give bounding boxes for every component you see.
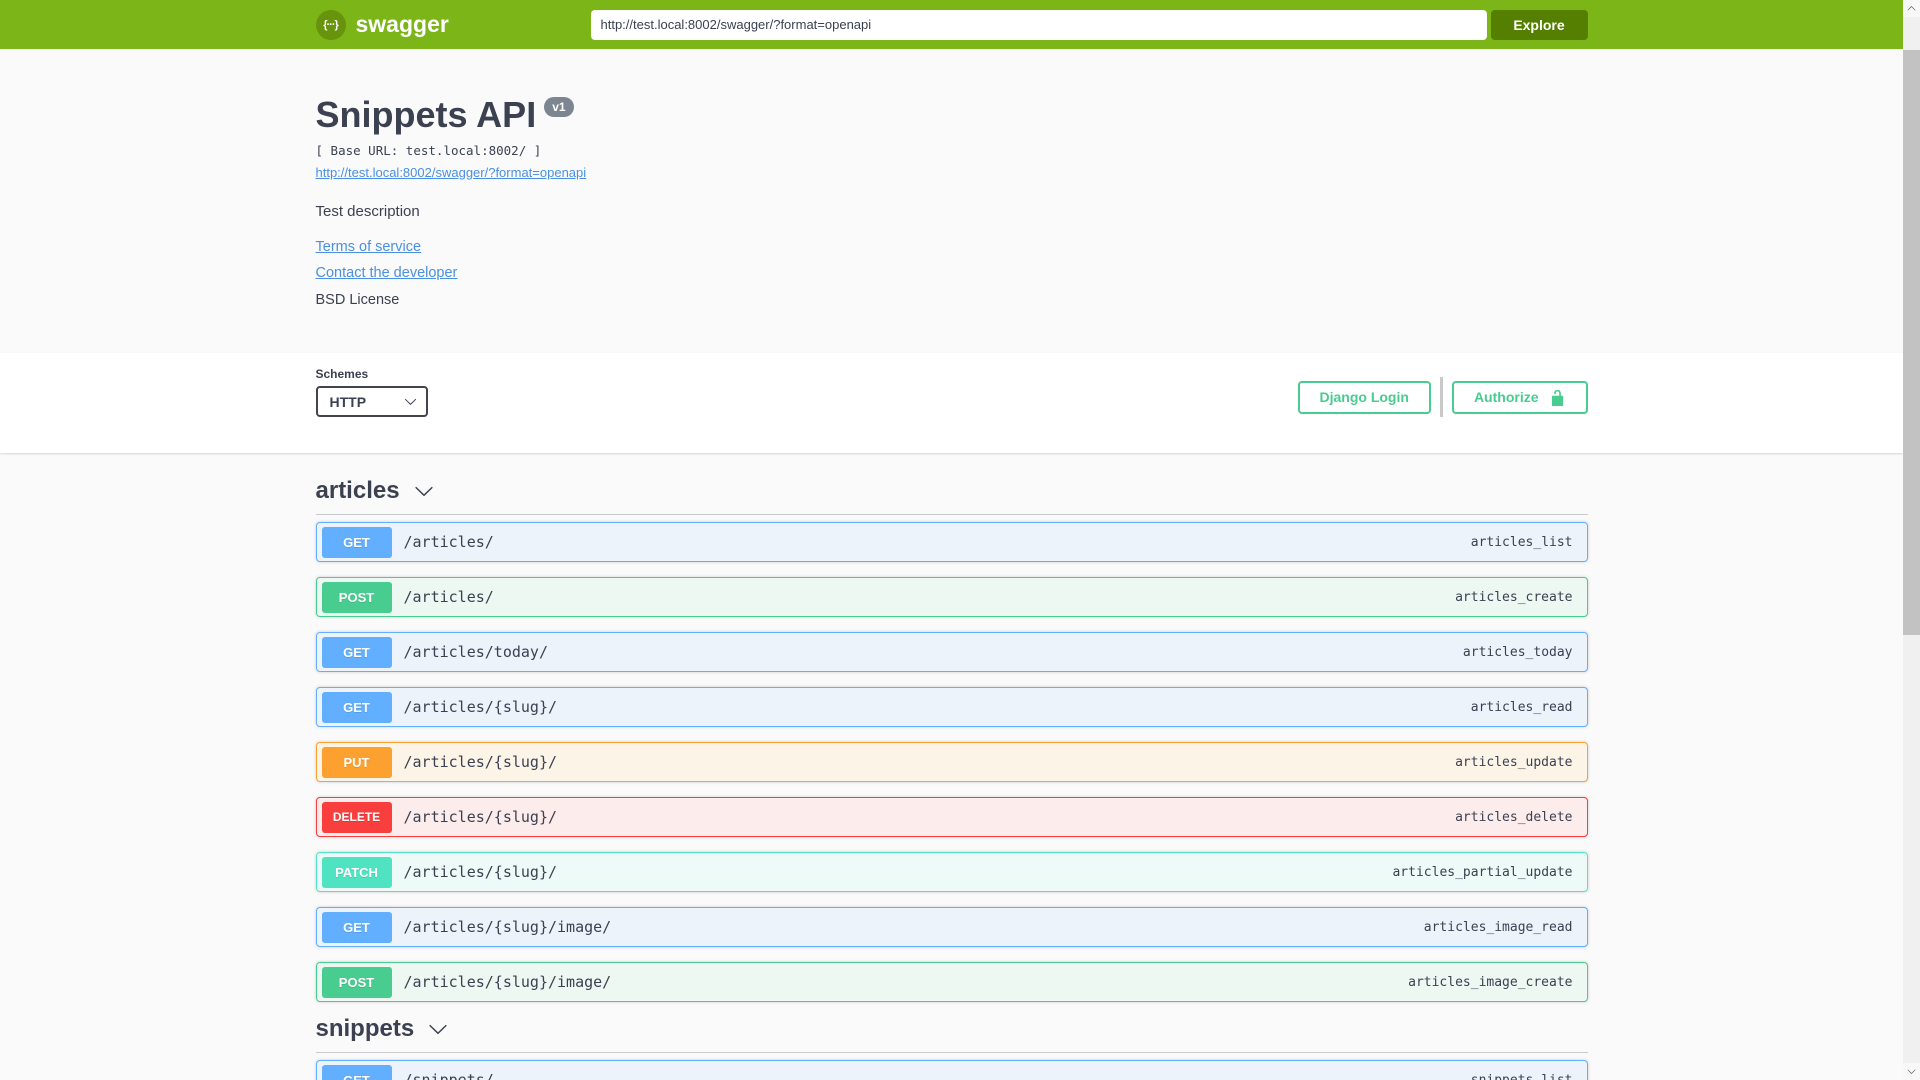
method-badge: GET (321, 911, 392, 943)
api-description: Test description (315, 203, 420, 220)
operation-id: articles_image_read (1423, 919, 1573, 935)
endpoint-path: /articles/{slug}/image/ (403, 918, 612, 936)
authorize-button[interactable]: Authorize (1451, 380, 1588, 414)
scheme-selected-value: HTTP (329, 393, 367, 410)
topbar: {···} swagger Explore (0, 0, 1903, 49)
schemes-label: Schemes (315, 367, 369, 381)
license-text: BSD License (315, 292, 400, 308)
method-badge: POST (321, 966, 392, 998)
method-badge: POST (321, 581, 392, 613)
operation-row[interactable]: GET /articles/{slug}/image/ articles_ima… (315, 907, 1588, 947)
endpoint-path: /articles/{slug}/image/ (403, 973, 612, 991)
scroll-up-icon (1907, 6, 1916, 11)
operation-id: articles_today (1462, 644, 1573, 660)
scrollbar[interactable] (1903, 0, 1920, 1080)
endpoint-path: /articles/today/ (403, 643, 549, 661)
operation-row[interactable]: DELETE /articles/{slug}/ articles_delete (315, 797, 1588, 837)
method-badge: GET (321, 1064, 392, 1080)
version-badge: v1 (544, 97, 574, 117)
scrollbar-thumb[interactable] (1903, 50, 1920, 635)
endpoint-path: /articles/ (403, 588, 494, 606)
scheme-container: Schemes HTTP Django Login Authorize (0, 353, 1903, 453)
operation-row[interactable]: GET /articles/ articles_list (315, 522, 1588, 562)
chevron-down-icon (429, 1024, 447, 1035)
swagger-logo-icon: {···} (315, 9, 346, 40)
operation-id: articles_update (1455, 754, 1573, 770)
unlock-icon (1551, 389, 1563, 406)
spec-url-input[interactable] (590, 9, 1487, 40)
operation-id: articles_read (1470, 699, 1573, 715)
endpoint-path: /articles/{slug}/ (403, 698, 558, 716)
endpoint-path: /articles/{slug}/ (403, 753, 558, 771)
operation-id: articles_list (1470, 534, 1573, 550)
brand-text: swagger (355, 11, 449, 37)
button-divider (1439, 377, 1443, 417)
tag-section-header[interactable]: snippets (315, 1015, 1588, 1053)
schemes-block: Schemes HTTP (315, 367, 428, 417)
operation-row[interactable]: POST /articles/{slug}/image/ articles_im… (315, 962, 1588, 1002)
operation-id: articles_image_create (1408, 974, 1573, 990)
explore-form: Explore (590, 9, 1588, 40)
operation-id: snippets_list (1470, 1072, 1573, 1080)
api-tag-section: snippets GET /snippets/ snippets_list (315, 1015, 1588, 1080)
api-title-text: Snippets API (315, 94, 537, 135)
endpoint-path: /snippets/ (403, 1071, 494, 1080)
contact-developer-link[interactable]: Contact the developer (316, 265, 458, 281)
braces-glyph: {···} (323, 18, 339, 31)
operation-id: articles_create (1455, 589, 1573, 605)
api-info-section: Snippets API v1 [ Base URL: test.local:80… (0, 49, 1903, 353)
endpoint-path: /articles/{slug}/ (403, 808, 558, 826)
operation-row[interactable]: GET /articles/{slug}/ articles_read (315, 687, 1588, 727)
operation-row[interactable]: GET /snippets/ snippets_list (315, 1060, 1588, 1080)
operations-list: articles GET /articles/ articles_list PO… (315, 453, 1588, 1080)
scrollbar-up-button[interactable] (1903, 0, 1920, 17)
chevron-down-icon (404, 398, 416, 405)
operation-row[interactable]: PUT /articles/{slug}/ articles_update (315, 742, 1588, 782)
terms-of-service-link[interactable]: Terms of service (316, 239, 422, 255)
operation-row[interactable]: GET /articles/today/ articles_today (315, 632, 1588, 672)
method-badge: GET (321, 526, 392, 558)
base-url-text: [ Base URL: test.local:8002/ ] (315, 143, 542, 158)
authorize-label: Authorize (1473, 389, 1539, 405)
endpoint-path: /articles/{slug}/ (403, 863, 558, 881)
tag-section-header[interactable]: articles (315, 477, 1588, 515)
chevron-down-icon (414, 486, 433, 497)
swagger-ui-page: {···} swagger Explore Snippets API v1 [ B… (0, 0, 1903, 1080)
tag-title: snippets (315, 1015, 415, 1042)
method-badge: PATCH (321, 856, 392, 888)
method-badge: GET (321, 691, 392, 723)
page-title: Snippets API v1 (316, 95, 1588, 135)
scroll-down-icon (1907, 1069, 1916, 1074)
operations-group: GET /articles/ articles_list POST /artic… (315, 522, 1588, 1002)
operation-id: articles_partial_update (1392, 864, 1573, 880)
django-login-button[interactable]: Django Login (1297, 380, 1431, 414)
explore-button[interactable]: Explore (1490, 9, 1588, 40)
scrollbar-down-button[interactable] (1903, 1063, 1920, 1080)
tag-title: articles (315, 477, 400, 504)
method-badge: DELETE (321, 801, 392, 833)
api-tag-section: articles GET /articles/ articles_list PO… (315, 477, 1588, 1002)
spec-url-link[interactable]: http://test.local:8002/swagger/?format=o… (316, 165, 587, 180)
operation-id: articles_delete (1455, 809, 1573, 825)
swagger-brand-link[interactable]: {···} swagger (315, 9, 449, 40)
auth-wrapper: Django Login Authorize (1297, 377, 1588, 417)
method-badge: PUT (321, 746, 392, 778)
method-badge: GET (321, 636, 392, 668)
operation-row[interactable]: POST /articles/ articles_create (315, 577, 1588, 617)
endpoint-path: /articles/ (403, 533, 494, 551)
operations-group: GET /snippets/ snippets_list (315, 1060, 1588, 1080)
operation-row[interactable]: PATCH /articles/{slug}/ articles_partial… (315, 852, 1588, 892)
scheme-select[interactable]: HTTP (315, 386, 428, 417)
